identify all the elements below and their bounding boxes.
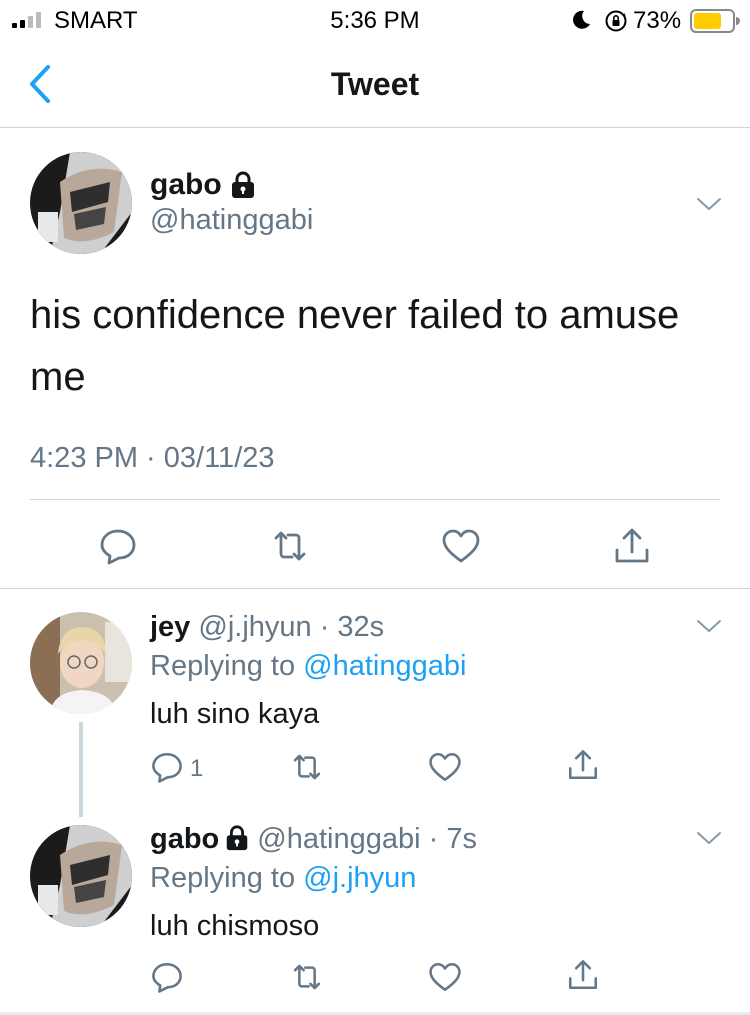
tweet-text: his confidence never failed to amuse me	[30, 293, 680, 399]
reply-header: jey @j.jhyun · 32s	[150, 611, 384, 644]
avatar-image	[30, 612, 132, 714]
battery-percent: 73%	[633, 7, 682, 34]
avatar-image	[30, 152, 132, 254]
chevron-down-icon[interactable]	[696, 618, 722, 634]
reply-text: luh chismoso	[150, 910, 320, 942]
avatar[interactable]	[30, 152, 132, 254]
reply-icon[interactable]	[98, 526, 138, 566]
avatar-image	[30, 825, 132, 927]
like-icon[interactable]	[428, 750, 462, 784]
divider	[0, 588, 750, 589]
reply-icon[interactable]	[150, 960, 184, 994]
share-icon[interactable]	[566, 748, 600, 782]
replying-to-mention[interactable]: @j.jhyun	[303, 862, 416, 894]
reply-icon[interactable]	[150, 750, 184, 784]
reply-handle-time[interactable]: @j.jhyun · 32s	[198, 611, 384, 643]
tweet-timestamp: 4:23 PM · 03/11/23	[30, 442, 275, 474]
page-title: Tweet	[330, 66, 420, 102]
author-name[interactable]: gabo	[150, 168, 222, 202]
avatar[interactable]	[30, 612, 132, 714]
replying-to-label: Replying to	[150, 862, 296, 894]
nav-bar: Tweet	[0, 44, 750, 128]
replying-to-mention[interactable]: @hatinggabi	[303, 650, 466, 682]
rotation-lock-icon	[605, 10, 627, 32]
reply-count: 1	[190, 755, 204, 782]
reply-text: luh sino kaya	[150, 698, 320, 730]
share-icon[interactable]	[612, 526, 652, 566]
like-icon[interactable]	[441, 526, 481, 566]
retweet-icon[interactable]	[270, 526, 310, 566]
thread-line	[79, 722, 83, 817]
reply-header: gabo @hatinggabi · 7s	[150, 823, 477, 856]
like-icon[interactable]	[428, 960, 462, 994]
retweet-icon[interactable]	[290, 750, 324, 784]
chevron-down-icon[interactable]	[696, 830, 722, 846]
replying-to-label: Replying to	[150, 650, 296, 682]
reply-author-name[interactable]: jey	[150, 611, 190, 643]
retweet-icon[interactable]	[290, 960, 324, 994]
lock-icon	[232, 171, 254, 198]
author-handle[interactable]: @hatinggabi	[150, 204, 313, 237]
share-icon[interactable]	[566, 958, 600, 992]
lock-icon	[227, 825, 248, 851]
chevron-down-icon[interactable]	[696, 196, 722, 212]
battery-icon	[690, 9, 740, 33]
replying-to: Replying to @j.jhyun	[150, 862, 416, 895]
divider	[30, 499, 720, 500]
reply-author-name[interactable]: gabo	[150, 823, 219, 855]
replying-to: Replying to @hatinggabi	[150, 650, 466, 683]
reply-handle-time[interactable]: @hatinggabi · 7s	[257, 823, 477, 855]
moon-icon	[573, 10, 590, 29]
avatar[interactable]	[30, 825, 132, 927]
status-bar: SMART 5:36 PM 73%	[0, 0, 750, 40]
